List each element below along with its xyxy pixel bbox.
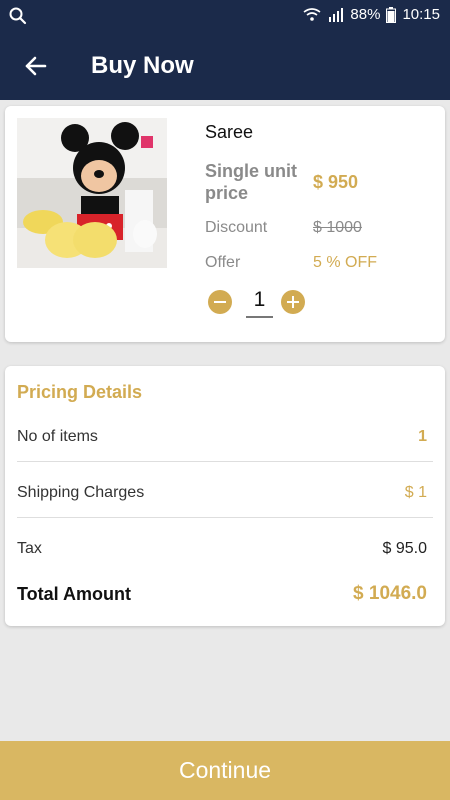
unit-price-label: Single unit price [205, 161, 297, 203]
tax-value: $ 95.0 [382, 540, 427, 557]
app-bar: Buy Now [0, 32, 450, 100]
unit-price-value: $ 950 [313, 172, 359, 192]
total-label: Total Amount [17, 584, 131, 604]
pricing-card: Pricing Details No of items 1 Shipping C… [5, 366, 445, 626]
page-title: Buy Now [91, 52, 194, 79]
offer-label: Offer [205, 254, 241, 271]
items-label: No of items [17, 428, 98, 445]
plus-icon[interactable] [281, 290, 305, 314]
total-value: $ 1046.0 [353, 583, 427, 604]
items-value: 1 [418, 428, 427, 445]
wifi-icon [303, 7, 321, 21]
shipping-label: Shipping Charges [17, 484, 145, 501]
offer-value: 5 % OFF [313, 254, 378, 271]
signal-icon [329, 7, 344, 22]
search-icon[interactable] [8, 6, 28, 26]
back-arrow-icon[interactable] [22, 52, 50, 80]
quantity-field[interactable]: 1 [246, 285, 273, 318]
battery-percent: 88% [350, 6, 381, 23]
product-name: Saree [205, 122, 254, 142]
clock: 10:15 [402, 6, 440, 23]
continue-button[interactable]: Continue [0, 741, 450, 800]
product-image [17, 118, 167, 268]
shipping-value: $ 1 [404, 484, 427, 501]
discount-label: Discount [205, 219, 268, 236]
divider [17, 461, 433, 462]
battery-icon [386, 6, 397, 23]
divider [17, 517, 433, 518]
pricing-title: Pricing Details [17, 382, 143, 402]
status-bar: 88% 10:15 [0, 0, 450, 32]
tax-label: Tax [17, 540, 42, 557]
discount-value: $ 1000 [313, 219, 362, 236]
minus-icon[interactable] [208, 290, 232, 314]
product-card: Saree Single unit price $ 950 Discount $… [5, 106, 445, 342]
